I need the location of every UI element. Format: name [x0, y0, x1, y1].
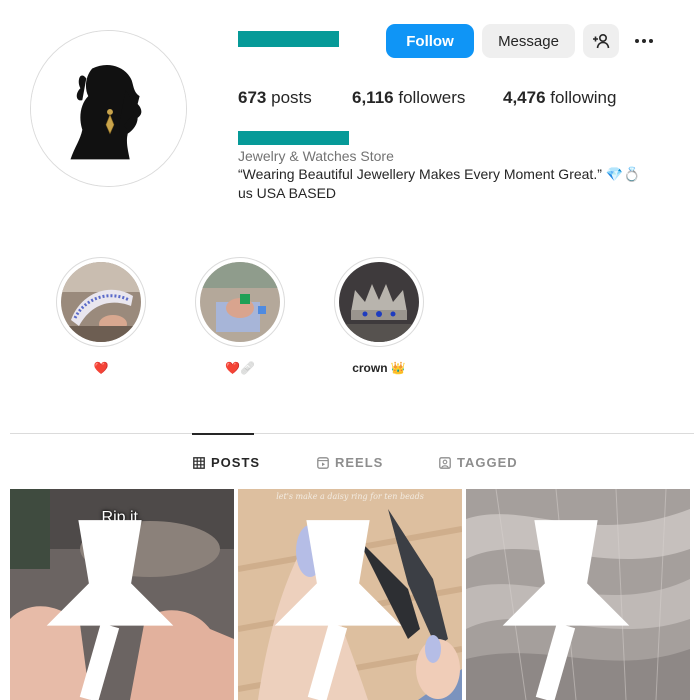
more-options-button[interactable] [628, 30, 660, 52]
dot-icon [649, 39, 653, 43]
active-tab-indicator [192, 433, 254, 435]
bio-category: Jewelry & Watches Store [238, 148, 394, 164]
highlight-cover-image [200, 262, 280, 342]
highlight-cover-ring [195, 257, 285, 347]
posts-stat: 673 posts [238, 88, 312, 108]
following-stat[interactable]: 4,476 following [503, 88, 616, 108]
followers-label: followers [398, 88, 466, 107]
woman-silhouette-logo [31, 31, 186, 186]
pin-icon [502, 520, 630, 700]
highlight-cover-image [339, 262, 419, 342]
following-count: 4,476 [503, 88, 546, 107]
post-thumbnail[interactable] [466, 489, 690, 700]
following-label: following [550, 88, 617, 107]
followers-count: 6,116 [352, 88, 394, 107]
post-thumbnail[interactable]: Rip it. [10, 489, 234, 700]
posts-count: 673 [238, 88, 267, 107]
tab-label: POSTS [211, 455, 261, 470]
pin-icon [274, 520, 402, 700]
tab-reels[interactable]: REELS [317, 455, 383, 470]
story-highlight[interactable]: ❤️🩹 [195, 257, 285, 376]
username-redacted [238, 31, 339, 47]
tagged-icon [439, 456, 451, 469]
highlight-label: ❤️ [93, 361, 109, 375]
posts-label: posts [271, 88, 312, 107]
profile-avatar[interactable] [30, 30, 187, 187]
tab-tagged[interactable]: TAGGED [439, 455, 518, 470]
full-name-redacted [238, 131, 349, 145]
suggested-users-button[interactable] [583, 24, 619, 58]
highlight-label: crown 👑 [352, 361, 406, 375]
story-highlight[interactable]: ❤️ [56, 257, 146, 376]
pin-icon [46, 520, 174, 700]
dot-icon [642, 39, 646, 43]
tab-label: TAGGED [457, 455, 518, 470]
tabs-divider [10, 433, 694, 434]
follow-button[interactable]: Follow [386, 24, 474, 58]
message-button[interactable]: Message [482, 24, 575, 58]
add-person-icon [593, 33, 610, 49]
bio-location: us USA BASED [238, 185, 337, 201]
bio-text: “Wearing Beautiful Jewellery Makes Every… [238, 166, 641, 182]
highlight-cover-ring [56, 257, 146, 347]
tab-label: REELS [335, 455, 384, 470]
grid-icon [193, 456, 205, 469]
highlight-label: ❤️🩹 [225, 361, 255, 375]
dot-icon [635, 39, 639, 43]
story-highlight[interactable]: crown 👑 [334, 257, 424, 376]
highlight-cover-image [61, 262, 141, 342]
followers-stat[interactable]: 6,116 followers [352, 88, 465, 108]
highlight-cover-ring [334, 257, 424, 347]
post-thumbnail[interactable]: let's make a daisy ring for ten beads [238, 489, 462, 700]
tab-posts[interactable]: POSTS [193, 455, 260, 470]
reels-icon [317, 456, 329, 469]
